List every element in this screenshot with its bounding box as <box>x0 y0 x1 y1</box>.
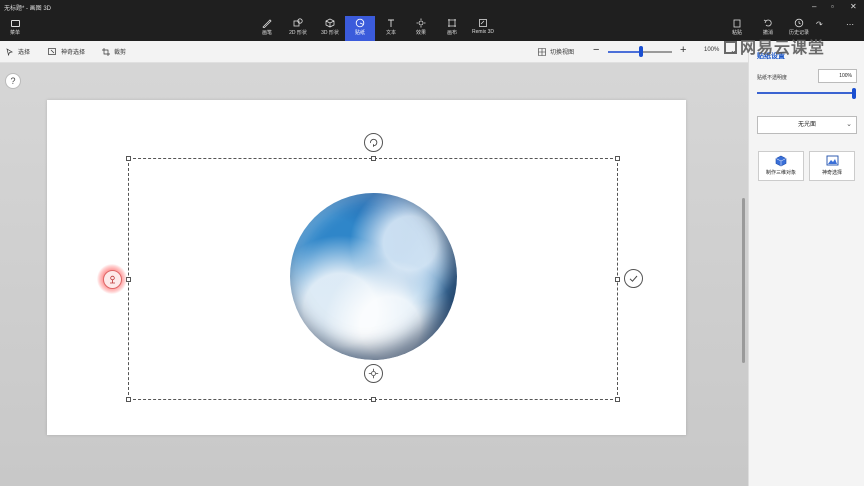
magic-select-label: 神奇选择 <box>61 50 86 56</box>
opacity-input[interactable]: 100% <box>818 69 857 83</box>
resize-handle-s[interactable] <box>371 397 376 402</box>
resize-handle-ne[interactable] <box>615 156 620 161</box>
panel-magic-select-label: 神奇选择 <box>821 170 842 176</box>
help-button[interactable]: ? <box>5 73 21 89</box>
more-icon[interactable]: ⋯ <box>846 20 854 29</box>
menu-button[interactable]: 菜单 <box>4 20 26 40</box>
rotate-icon <box>370 138 378 147</box>
finish-dropdown-value: 无光面 <box>797 122 816 128</box>
tilt-button[interactable] <box>103 270 122 289</box>
crop-tool[interactable]: 裁剪 <box>102 47 126 56</box>
clipboard-icon <box>733 19 741 28</box>
sun-icon <box>416 18 426 28</box>
tool-text[interactable]: 文本 <box>380 16 402 41</box>
cursor-icon <box>6 47 13 56</box>
redo-icon[interactable]: ↷ <box>816 20 823 29</box>
tool-stickers-label: 贴纸 <box>354 30 365 36</box>
watermark-logo-icon <box>724 41 737 54</box>
select-label: 选择 <box>18 50 31 56</box>
zoom-value: 100% <box>704 47 720 53</box>
zoom-slider-thumb[interactable] <box>639 46 643 57</box>
tool-canvas[interactable]: 画布 <box>441 16 463 41</box>
history-icon <box>794 18 804 28</box>
chevron-down-icon: ⌄ <box>846 121 852 128</box>
cube-icon <box>325 18 335 28</box>
sticker-icon <box>355 18 365 28</box>
magic-select-icon <box>48 47 56 55</box>
panel-magic-select-button[interactable]: 神奇选择 <box>809 151 855 181</box>
maximize-icon[interactable]: ▫ <box>831 2 834 11</box>
rotate-button[interactable] <box>364 133 383 152</box>
resize-handle-se[interactable] <box>615 397 620 402</box>
grid-icon <box>538 47 546 56</box>
tool-effects[interactable]: 效果 <box>410 16 432 41</box>
text-icon <box>388 19 394 27</box>
resize-handle-nw[interactable] <box>126 156 131 161</box>
tool-3d-shapes[interactable]: 3D 形状 <box>316 16 344 41</box>
minimize-icon[interactable]: – <box>812 2 816 11</box>
watermark: 网易云课堂 <box>724 34 825 58</box>
tool-brush[interactable]: 画笔 <box>256 16 278 41</box>
tool-stickers[interactable]: 贴纸 <box>345 16 375 41</box>
tool-canvas-label: 画布 <box>446 30 457 36</box>
make-3d-button[interactable]: 制作三维对象 <box>758 151 804 181</box>
confirm-button[interactable] <box>624 269 643 288</box>
select-tool[interactable]: 选择 <box>6 47 30 56</box>
move-icon <box>368 368 379 379</box>
tool-3d-label: 3D 形状 <box>321 30 339 36</box>
close-icon[interactable]: ✕ <box>850 2 857 11</box>
magic-select-tool[interactable]: 神奇选择 <box>48 47 85 56</box>
switch-view-label: 切换视图 <box>550 50 575 56</box>
remix-icon <box>479 19 487 27</box>
opacity-slider-thumb[interactable] <box>852 88 856 99</box>
tool-2d-shapes[interactable]: 2D 形状 <box>284 16 312 41</box>
tool-2d-label: 2D 形状 <box>289 30 307 36</box>
vertical-scrollbar[interactable] <box>742 198 745 363</box>
tool-brush-label: 画笔 <box>261 30 272 36</box>
tool-effects-label: 效果 <box>415 30 426 36</box>
undo-icon <box>763 19 772 27</box>
sticker-settings-panel: 贴纸设置 贴纸不透明度 100% 无光面 ⌄ 制作三维对象 神奇选择 <box>748 41 864 486</box>
zoom-in-icon[interactable]: + <box>680 44 686 56</box>
app-title: 无标题* - 画图 3D <box>4 6 52 12</box>
watermark-text: 网易云课堂 <box>740 40 826 57</box>
image-select-icon <box>826 155 838 166</box>
opacity-label: 贴纸不透明度 <box>757 75 788 81</box>
menu-icon <box>10 20 20 27</box>
resize-handle-e[interactable] <box>615 277 620 282</box>
zoom-out-icon[interactable]: − <box>593 44 599 56</box>
crop-icon <box>102 47 110 56</box>
switch-view-button[interactable]: 切换视图 <box>538 47 574 56</box>
canvas-icon <box>448 19 456 27</box>
shapes-2d-icon <box>293 18 303 27</box>
cube-icon <box>775 155 787 167</box>
move-button[interactable] <box>364 364 383 383</box>
make-3d-label: 制作三维对象 <box>765 170 796 176</box>
opacity-slider[interactable] <box>757 92 854 94</box>
checkmark-icon <box>629 275 638 282</box>
tool-remix-label: Remix 3D <box>472 29 494 35</box>
tool-text-label: 文本 <box>385 30 396 36</box>
finish-dropdown[interactable]: 无光面 ⌄ <box>757 116 857 134</box>
tool-remix3d[interactable]: Remix 3D <box>468 16 498 41</box>
brush-icon <box>262 19 272 28</box>
tilt-icon <box>110 275 115 284</box>
resize-handle-n[interactable] <box>371 156 376 161</box>
resize-handle-sw[interactable] <box>126 397 131 402</box>
sub-toolbar: 选择 神奇选择 裁剪 切换视图 − + 100% ⌄ <box>0 41 748 63</box>
crop-label: 裁剪 <box>114 50 127 56</box>
menu-label: 菜单 <box>9 30 20 36</box>
